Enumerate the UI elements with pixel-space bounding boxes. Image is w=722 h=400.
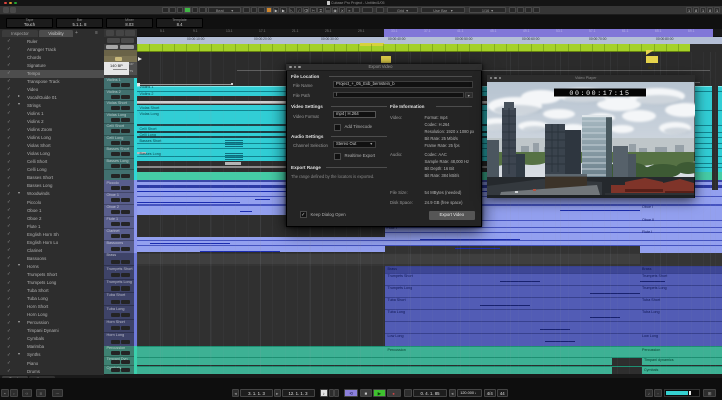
svg-text:00:00:17:15: 00:00:17:15 xyxy=(569,89,630,96)
